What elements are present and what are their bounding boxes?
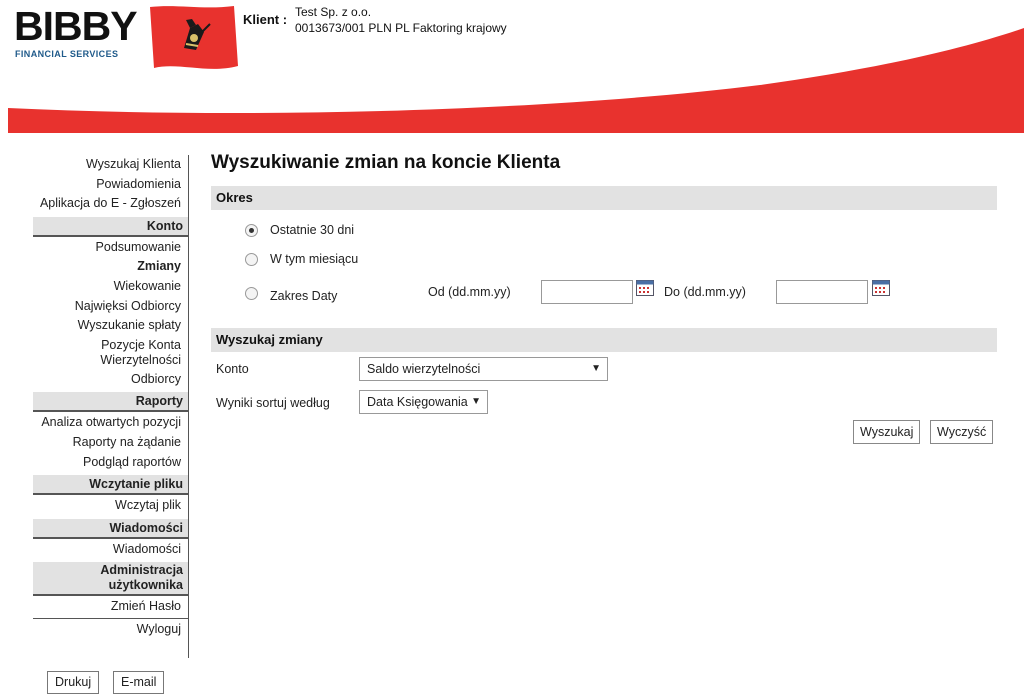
client-name: Test Sp. z o.o.: [295, 5, 372, 19]
nav-item-analiza[interactable]: Analiza otwartych pozycji: [33, 413, 188, 433]
nav-section-wczytanie: Wczytanie pliku: [33, 475, 188, 496]
nav-item-raporty-na-zadanie[interactable]: Raporty na żądanie: [33, 433, 188, 453]
nav-item-wyszukanie-splaty[interactable]: Wyszukanie spłaty: [33, 316, 188, 336]
sort-select-value: Data Księgowania: [367, 395, 468, 409]
from-calendar-icon[interactable]: [636, 280, 654, 296]
account-select-value: Saldo wierzytelności: [367, 362, 481, 376]
nav-item-zmiany[interactable]: Zmiany: [33, 257, 188, 277]
page-header: BIBBY FINANCIAL SERVICES Klient : Test S…: [0, 0, 1024, 135]
radio-row-month[interactable]: W tym miesiącu: [245, 249, 358, 269]
radio-month-label: W tym miesiącu: [270, 252, 359, 266]
logo-text: BIBBY: [14, 3, 138, 49]
nav-item-podsumowanie[interactable]: Podsumowanie: [33, 238, 188, 258]
nav-item-wyloguj[interactable]: Wyloguj: [33, 620, 188, 640]
radio-last30[interactable]: [245, 223, 258, 237]
logo-subtext: FINANCIAL SERVICES: [15, 49, 119, 59]
to-date-input[interactable]: [776, 280, 868, 304]
account-label: Konto: [216, 362, 249, 376]
account-select[interactable]: Saldo wierzytelności ▼: [359, 357, 608, 381]
nav-item-powiadomienia[interactable]: Powiadomienia: [33, 175, 188, 195]
logo-flag-icon: [150, 6, 238, 69]
print-button[interactable]: Drukuj: [47, 671, 100, 694]
sidebar-nav: Wyszukaj Klienta Powiadomienia Aplikacja…: [33, 155, 189, 658]
to-date-label: Do (dd.mm.yy): [664, 285, 746, 299]
clear-button[interactable]: Wyczyść: [930, 420, 994, 444]
nav-item-zmien-haslo[interactable]: Zmień Hasło: [33, 597, 188, 617]
radio-date-range[interactable]: [245, 286, 258, 300]
client-account: 0013673/001 PLN PL Faktoring krajowy: [295, 21, 507, 35]
nav-item-odbiorcy[interactable]: Odbiorcy: [33, 370, 188, 390]
from-date-input[interactable]: [541, 280, 633, 304]
period-options: Ostatnie 30 dni W tym miesiącu Zakres Da…: [211, 210, 997, 328]
radio-this-month[interactable]: [245, 252, 258, 266]
nav-section-wiadomosci: Wiadomości: [33, 518, 188, 539]
nav-item-aplikacja[interactable]: Aplikacja do E - Zgłoszeń: [33, 194, 188, 214]
nav-section-administracja: Administracja użytkownika: [33, 562, 188, 597]
nav-item-pozycje-konta[interactable]: Pozycje Konta Wierzytelności: [33, 336, 188, 370]
chevron-down-icon: ▼: [591, 363, 601, 374]
client-label: Klient :: [243, 12, 288, 27]
sort-label: Wyniki sortuj według: [216, 396, 330, 410]
nav-item-wiekowanie[interactable]: Wiekowanie: [33, 277, 188, 297]
radio-row-last30[interactable]: Ostatnie 30 dni: [245, 220, 354, 240]
chevron-down-icon: ▼: [471, 396, 481, 407]
search-button[interactable]: Wyszukaj: [853, 420, 921, 444]
client-info: Test Sp. z o.o. 0013673/001 PLN PL Fakto…: [295, 4, 507, 36]
nav-divider: [33, 617, 188, 619]
radio-row-range[interactable]: Zakres Daty: [245, 283, 337, 303]
radio-last30-label: Ostatnie 30 dni: [270, 223, 355, 237]
period-section-header: Okres: [211, 186, 997, 210]
nav-item-najwieksi-odbiorcy[interactable]: Najwięksi Odbiorcy: [33, 297, 188, 317]
page-title: Wyszukiwanie zmian na koncie Klienta: [211, 152, 561, 173]
nav-item-wyszukaj-klienta[interactable]: Wyszukaj Klienta: [33, 155, 188, 175]
nav-item-wiadomosci[interactable]: Wiadomości: [33, 540, 188, 560]
search-section-header: Wyszukaj zmiany: [211, 328, 997, 352]
email-button[interactable]: E-mail: [113, 671, 165, 694]
nav-item-wczytaj-plik[interactable]: Wczytaj plik: [33, 496, 188, 516]
nav-section-konto: Konto: [33, 216, 188, 237]
radio-range-label: Zakres Daty: [270, 289, 338, 303]
nav-item-podglad-raportow[interactable]: Podgląd raportów: [33, 453, 188, 473]
sort-select[interactable]: Data Księgowania ▼: [359, 390, 488, 414]
nav-section-raporty: Raporty: [33, 392, 188, 413]
search-form: Konto Saldo wierzytelności ▼ Wyniki sort…: [211, 352, 997, 462]
to-calendar-icon[interactable]: [872, 280, 890, 296]
from-date-label: Od (dd.mm.yy): [428, 285, 511, 299]
main-content: Wyszukiwanie zmian na koncie Klienta Okr…: [211, 150, 997, 462]
